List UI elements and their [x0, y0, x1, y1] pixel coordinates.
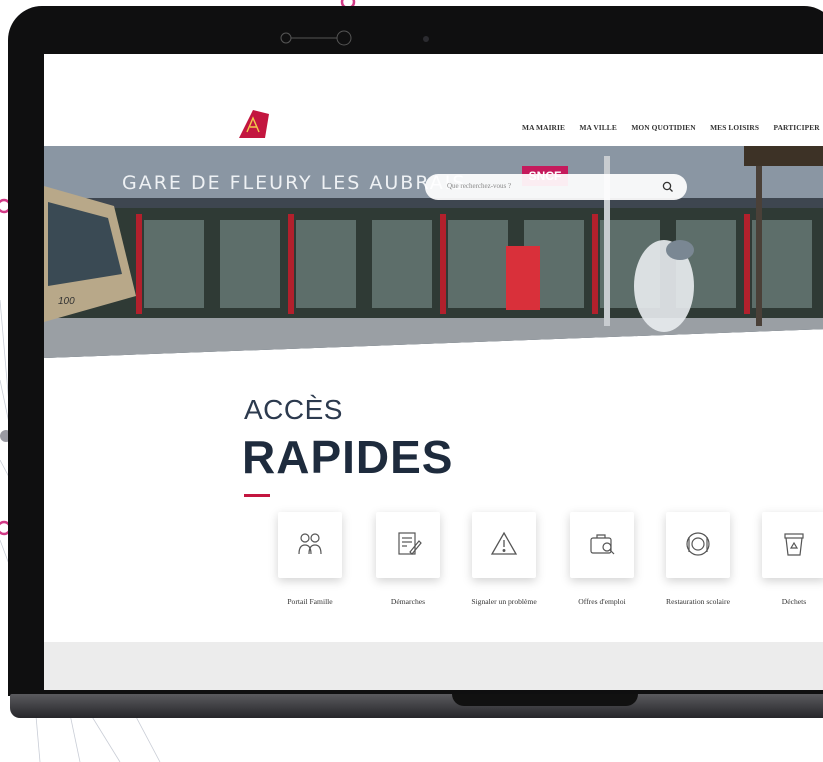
job-briefcase-icon [590, 534, 615, 555]
search-icon[interactable] [661, 180, 675, 194]
quick-access-tile-signaler[interactable] [472, 512, 536, 578]
title-accent-line [244, 494, 270, 497]
tile-label[interactable]: Offres d'emploi [554, 596, 650, 607]
laptop-notch [452, 694, 638, 706]
laptop-base [0, 694, 823, 754]
tile-label[interactable]: Démarches [360, 596, 456, 607]
tile-label[interactable]: Déchets [746, 596, 823, 607]
tile-label[interactable]: Restauration scolaire [650, 596, 746, 607]
quick-access-tile-demarches[interactable] [376, 512, 440, 578]
warning-icon [490, 531, 518, 555]
recycle-bin-icon [784, 533, 804, 556]
quick-access-tile-portail-famille[interactable] [278, 512, 342, 578]
quick-access-title-top: ACCÈS [244, 394, 343, 425]
nav-item-mes-loisirs[interactable]: MES LOISIRS [710, 123, 759, 132]
document-signature-icon [398, 532, 422, 555]
tile-label[interactable]: Signaler un problème [456, 596, 552, 607]
tile-label[interactable]: Portail Famille [262, 596, 358, 607]
nav-item-ma-mairie[interactable]: MA MAIRIE [522, 123, 565, 132]
footer-band [44, 642, 823, 690]
camera-dot [423, 36, 429, 42]
nav-item-participer[interactable]: PARTICIPER [774, 123, 820, 132]
city-logo[interactable] [237, 108, 271, 140]
tram-number: 100 [58, 296, 75, 307]
quick-access-tile-restauration[interactable] [666, 512, 730, 578]
nav-item-ma-ville[interactable]: MA VILLE [579, 123, 616, 132]
plate-cutlery-icon [686, 532, 710, 556]
station-sign: GARE DE FLEURY LES AUBRAIS [122, 172, 467, 194]
frame-network-lines [280, 30, 352, 46]
laptop-base-bar [10, 694, 823, 718]
quick-access-tile-dechets[interactable] [762, 512, 823, 578]
quick-access-tile-offres-emploi[interactable] [570, 512, 634, 578]
search-bar[interactable]: Que recherchez-vous ? [425, 174, 687, 200]
search-input[interactable]: Que recherchez-vous ? [447, 182, 511, 190]
main-navigation: MA MAIRIE MA VILLE MON QUOTIDIEN MES LOI… [522, 117, 823, 135]
family-icon [298, 533, 322, 555]
quick-access-title-bottom: RAPIDES [242, 431, 454, 483]
nav-item-mon-quotidien[interactable]: MON QUOTIDIEN [631, 123, 695, 132]
website-screen: MA MAIRIE MA VILLE MON QUOTIDIEN MES LOI… [44, 54, 823, 690]
laptop-frame: MA MAIRIE MA VILLE MON QUOTIDIEN MES LOI… [8, 6, 823, 696]
